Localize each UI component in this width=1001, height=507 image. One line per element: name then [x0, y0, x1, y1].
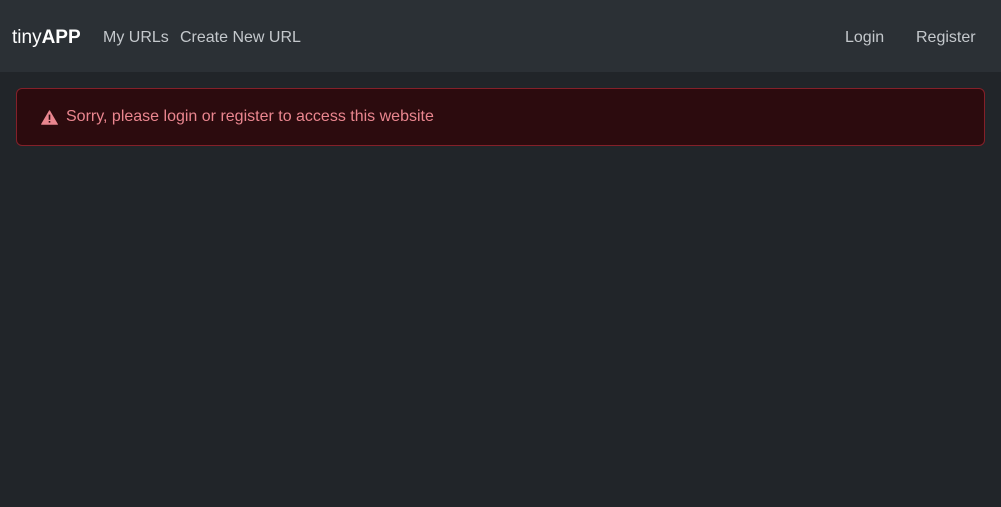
nav-link-register[interactable]: Register [916, 28, 976, 48]
brand-bold-text: APP [41, 27, 81, 48]
alert-message: Sorry, please login or register to acces… [66, 108, 434, 125]
navbar: tinyAPP My URLs Create New URL Login Reg… [0, 0, 1001, 72]
nav-link-create-new-url[interactable]: Create New URL [180, 28, 301, 48]
nav-link-login[interactable]: Login [845, 28, 884, 48]
nav-link-my-urls[interactable]: My URLs [103, 28, 169, 48]
brand-logo-link[interactable]: tinyAPP [12, 26, 81, 50]
warning-triangle-icon [41, 109, 58, 125]
brand-light-text: tiny [12, 27, 42, 48]
error-alert: Sorry, please login or register to acces… [16, 88, 985, 146]
